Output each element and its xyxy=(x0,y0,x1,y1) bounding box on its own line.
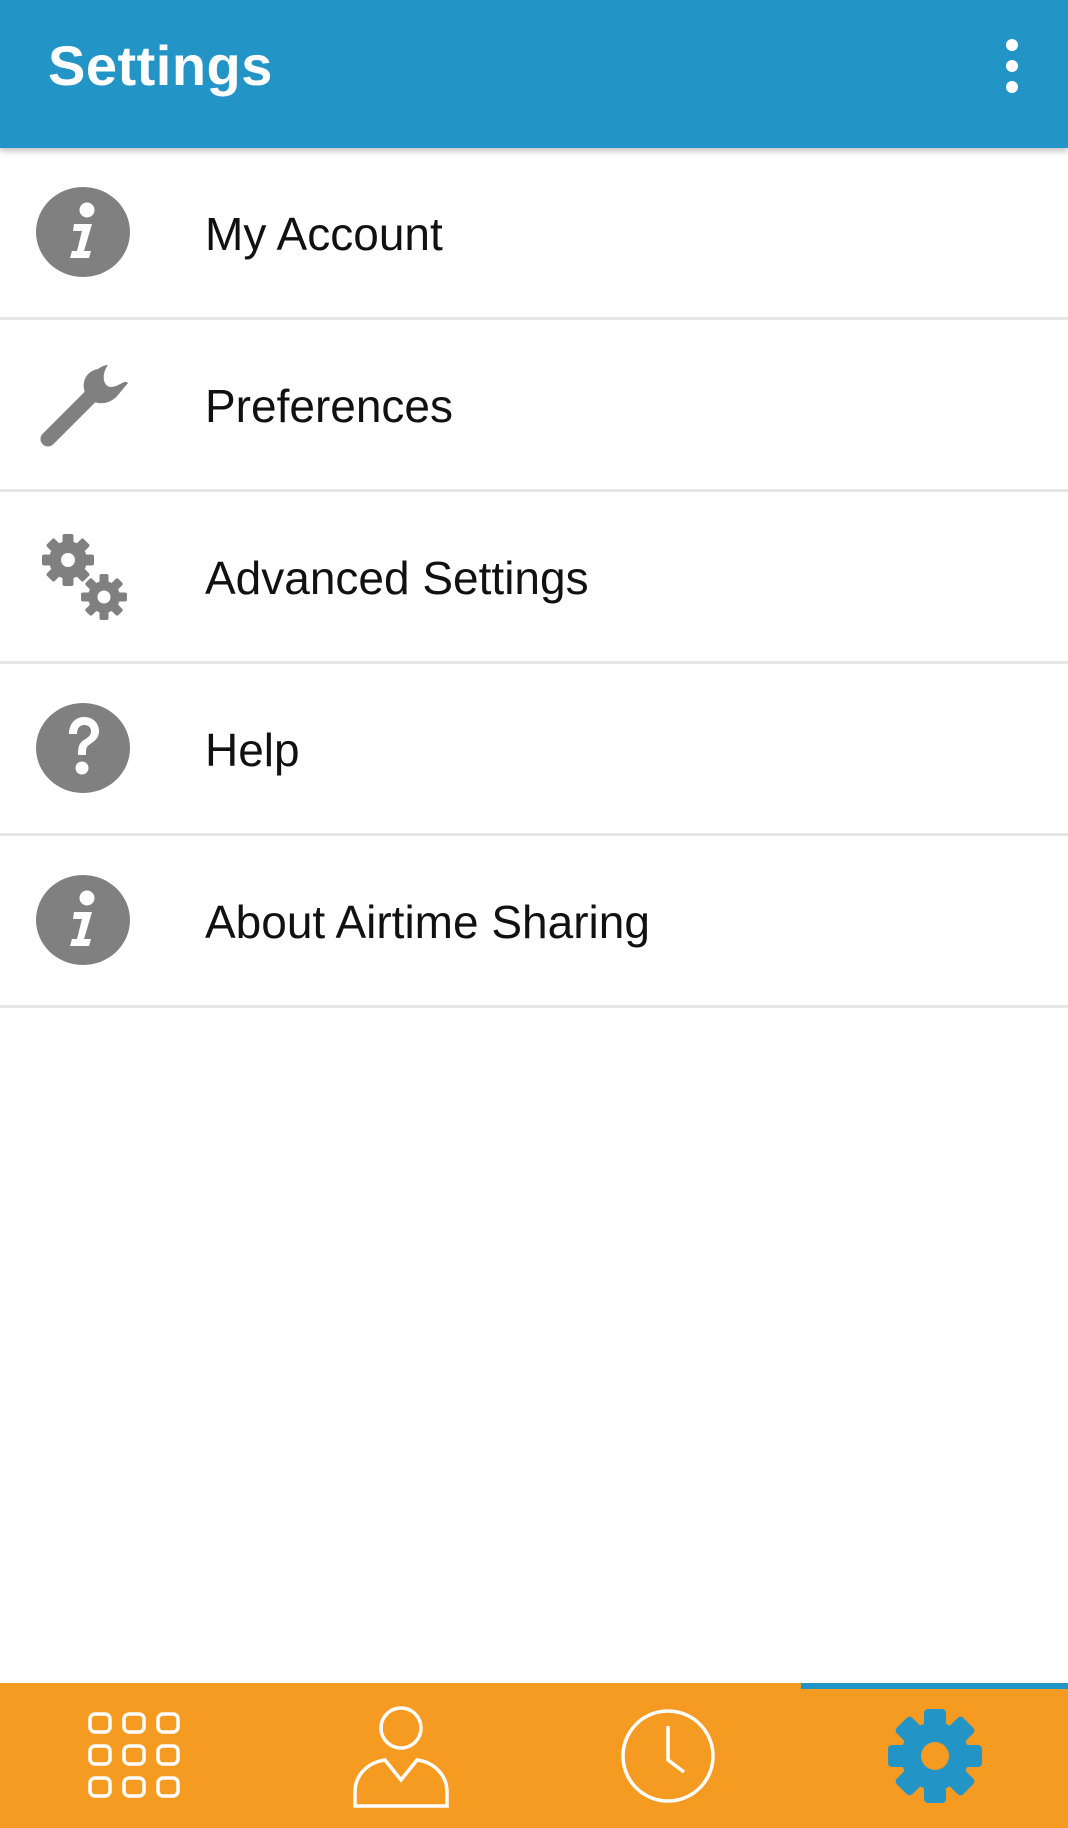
settings-menu-list: My Account Preferences Advanced Settings… xyxy=(0,148,1068,1008)
tab-settings[interactable] xyxy=(801,1683,1068,1828)
info-icon xyxy=(36,185,130,279)
bottom-navigation xyxy=(0,1683,1068,1828)
overflow-dot xyxy=(1006,60,1018,72)
menu-item-label: About Airtime Sharing xyxy=(205,896,650,948)
tab-history[interactable] xyxy=(534,1683,801,1828)
menu-item-label: My Account xyxy=(205,208,443,260)
dialpad-icon xyxy=(87,1711,180,1798)
menu-item-label: Help xyxy=(205,724,300,776)
wrench-icon xyxy=(36,357,130,451)
tab-dialpad[interactable] xyxy=(0,1683,267,1828)
menu-item-label: Preferences xyxy=(205,380,454,432)
contact-icon xyxy=(352,1705,449,1808)
menu-item-about-airtime-sharing[interactable]: About Airtime Sharing xyxy=(0,836,1068,1008)
settings-gear-icon xyxy=(887,1708,982,1803)
more-vert-icon[interactable] xyxy=(980,30,1044,102)
menu-item-label: Advanced Settings xyxy=(205,552,589,604)
settings-screen: Settings My Account Preferences Advanced… xyxy=(0,0,1068,1828)
menu-item-help[interactable]: Help xyxy=(0,664,1068,836)
tab-contacts[interactable] xyxy=(267,1683,534,1828)
menu-item-advanced-settings[interactable]: Advanced Settings xyxy=(0,492,1068,664)
overflow-dot xyxy=(1006,81,1018,93)
gears-icon xyxy=(36,529,130,623)
help-icon xyxy=(36,701,130,795)
info-icon xyxy=(36,873,130,967)
app-bar: Settings xyxy=(0,0,1068,148)
overflow-dot xyxy=(1006,39,1018,51)
menu-item-preferences[interactable]: Preferences xyxy=(0,320,1068,492)
menu-item-my-account[interactable]: My Account xyxy=(0,148,1068,320)
clock-icon xyxy=(620,1708,715,1803)
page-title: Settings xyxy=(48,34,273,97)
